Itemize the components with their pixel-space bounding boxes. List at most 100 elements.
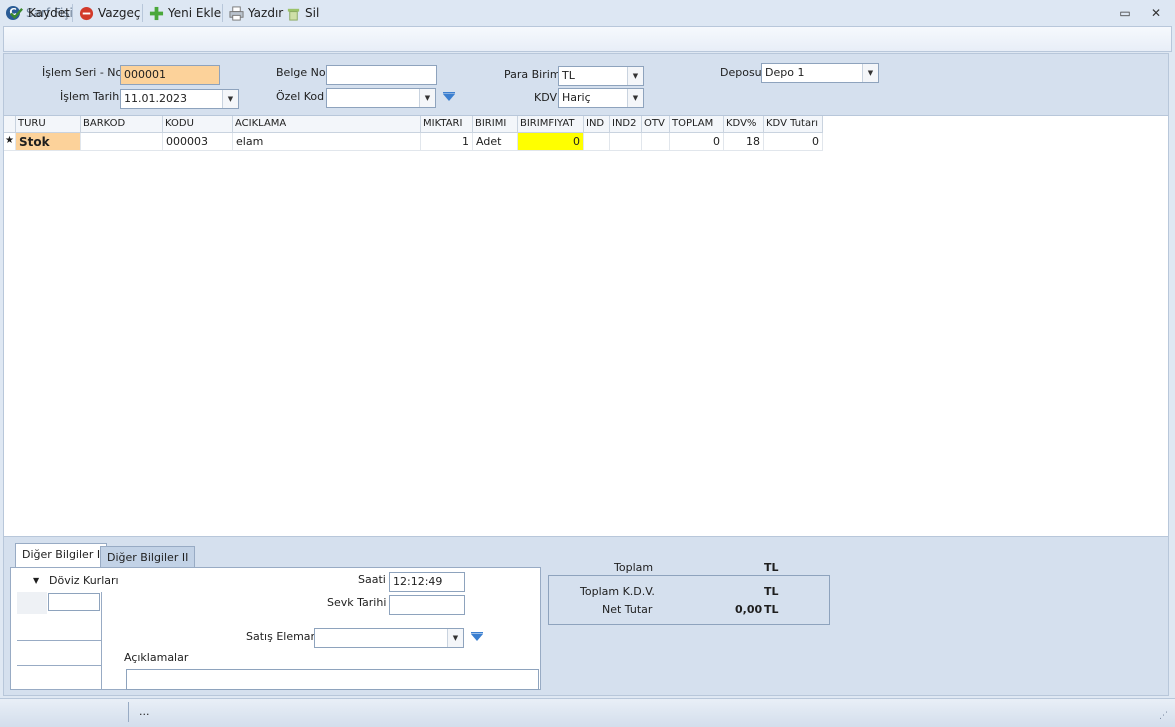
cell-turu[interactable]: Stok [16,133,81,151]
toplam-label: Toplam [614,561,654,574]
print-label: Yazdır [248,6,284,20]
cell-otv[interactable] [642,133,670,151]
toplam-kdv-label: Toplam K.D.V. [580,585,655,598]
doviz-grid-cell[interactable] [48,593,100,611]
col-header-toplam[interactable]: TOPLAM [670,116,724,133]
cancel-label: Vazgeç [98,6,141,20]
depo-value: Depo 1 [765,66,805,79]
items-grid[interactable]: TURU BARKOD KODU ACIKLAMA MIKTARI BIRIMI… [3,116,1169,536]
net-tutar-value: 0,00 [735,603,763,616]
aciklamalar-textarea[interactable] [126,669,539,690]
cell-ind[interactable] [584,133,610,151]
stop-icon [79,6,94,20]
new-row-star-icon: ★ [4,133,16,151]
doviz-grid[interactable] [17,592,102,690]
col-header-otv[interactable]: OTV [642,116,670,133]
col-header-turu[interactable]: TURU [16,116,81,133]
chevron-down-icon[interactable]: ▼ [627,67,643,85]
belge-no-label: Belge No [276,66,326,79]
cell-kdv-pct[interactable]: 18 [724,133,764,151]
filter-icon[interactable] [442,92,456,104]
tarih-value: 11.01.2023 [124,92,187,105]
plus-icon [149,6,164,20]
aciklamalar-label: Açıklamalar [124,651,189,664]
col-header-barkod[interactable]: BARKOD [81,116,163,133]
para-birimi-value: TL [562,69,575,82]
resize-grip-icon[interactable]: ⋰ [1159,711,1168,721]
print-button[interactable]: Yazdır [229,3,283,23]
doviz-grid-divider [17,689,102,690]
restore-icon[interactable]: ▭ [1117,5,1133,21]
status-separator [128,702,129,722]
belge-no-input[interactable] [326,65,437,85]
cell-kdv-tutari[interactable]: 0 [764,133,823,151]
toolbar-separator [72,4,73,22]
check-icon [10,7,24,19]
doviz-kurlari-label: Döviz Kurları [49,574,119,587]
delete-button[interactable]: Sil [286,3,319,23]
satis-elemani-label: Satış Elemanı [246,630,321,643]
para-birimi-select[interactable]: TL ▼ [558,66,644,86]
col-header-aciklama[interactable]: ACIKLAMA [233,116,421,133]
status-bar [0,698,1175,727]
chevron-down-icon[interactable]: ▼ [419,89,435,107]
sevk-tarihi-label: Sevk Tarihi [327,596,387,609]
toplam-currency: TL [764,561,779,574]
depo-select[interactable]: Depo 1 ▼ [761,63,879,83]
tarih-label: İşlem Tarihi [60,90,123,103]
cell-barkod[interactable] [81,133,163,151]
cancel-button[interactable]: Vazgeç [79,3,141,23]
trash-icon [287,8,300,21]
totals-box [548,575,830,625]
add-new-button[interactable]: Yeni Ekle [149,3,221,23]
col-header-kodu[interactable]: KODU [163,116,233,133]
cell-aciklama[interactable]: elam [233,133,421,151]
toplam-kdv-currency: TL [764,585,779,598]
satis-elemani-combo[interactable]: ▼ [314,628,464,648]
doviz-grid-divider [17,640,102,641]
ozel-kod-combo[interactable]: ▼ [326,88,436,108]
saat-label: Saati [358,573,386,586]
net-tutar-label: Net Tutar [602,603,653,616]
status-text: ... [139,705,150,718]
kdv-label: KDV [534,91,558,104]
cell-kodu[interactable]: 000003 [163,133,233,151]
col-header-birimfiyat[interactable]: BIRIMFIYAT [518,116,584,133]
toolbar-separator [222,4,223,22]
cell-birimi[interactable]: Adet [473,133,518,151]
save-button[interactable]: Kaydet [9,3,70,23]
col-header-kdv-pct[interactable]: KDV% [724,116,764,133]
kdv-select[interactable]: Hariç ▼ [558,88,644,108]
col-header-birimi[interactable]: BIRIMI [473,116,518,133]
col-header-ind2[interactable]: IND2 [610,116,642,133]
col-header-ind[interactable]: IND [584,116,610,133]
cell-miktari[interactable]: 1 [421,133,473,151]
delete-label: Sil [305,6,320,20]
seri-no-input[interactable]: 000001 [120,65,220,85]
seri-no-label: İşlem Seri - No [42,66,123,79]
filter-icon[interactable] [470,632,484,644]
chevron-down-icon[interactable]: ▼ [447,629,463,647]
saat-input[interactable]: 12:12:49 [389,572,465,592]
toolbar-separator [142,4,143,22]
tab-diger-bilgiler-1[interactable]: Diğer Bilgiler I [15,543,108,568]
chevron-down-icon[interactable]: ▼ [862,64,878,82]
sevk-tarihi-input[interactable] [389,595,465,615]
col-header-miktari[interactable]: MIKTARI [421,116,473,133]
caret-down-icon[interactable]: ▼ [33,576,39,585]
cell-birimfiyat[interactable]: 0 [518,133,584,151]
cell-ind2[interactable] [610,133,642,151]
cell-toplam[interactable]: 0 [670,133,724,151]
doviz-grid-indicator [17,592,47,614]
close-icon[interactable]: ✕ [1148,5,1164,21]
chevron-down-icon[interactable]: ▼ [627,89,643,107]
kdv-value: Hariç [562,91,591,104]
tab-panel-diger-bilgiler-1: ▼ Döviz Kurları Saati 12:12:49 Sevk Tari… [10,567,541,690]
printer-icon [229,5,244,21]
depo-label: Deposu [720,66,762,79]
col-header-kdv-tutari[interactable]: KDV Tutarı [764,116,823,133]
doviz-grid-divider [17,665,102,666]
chevron-down-icon[interactable]: ▼ [222,90,238,108]
tarih-date-picker[interactable]: 11.01.2023 ▼ [120,89,239,109]
tab-diger-bilgiler-2[interactable]: Diğer Bilgiler II [100,546,196,568]
